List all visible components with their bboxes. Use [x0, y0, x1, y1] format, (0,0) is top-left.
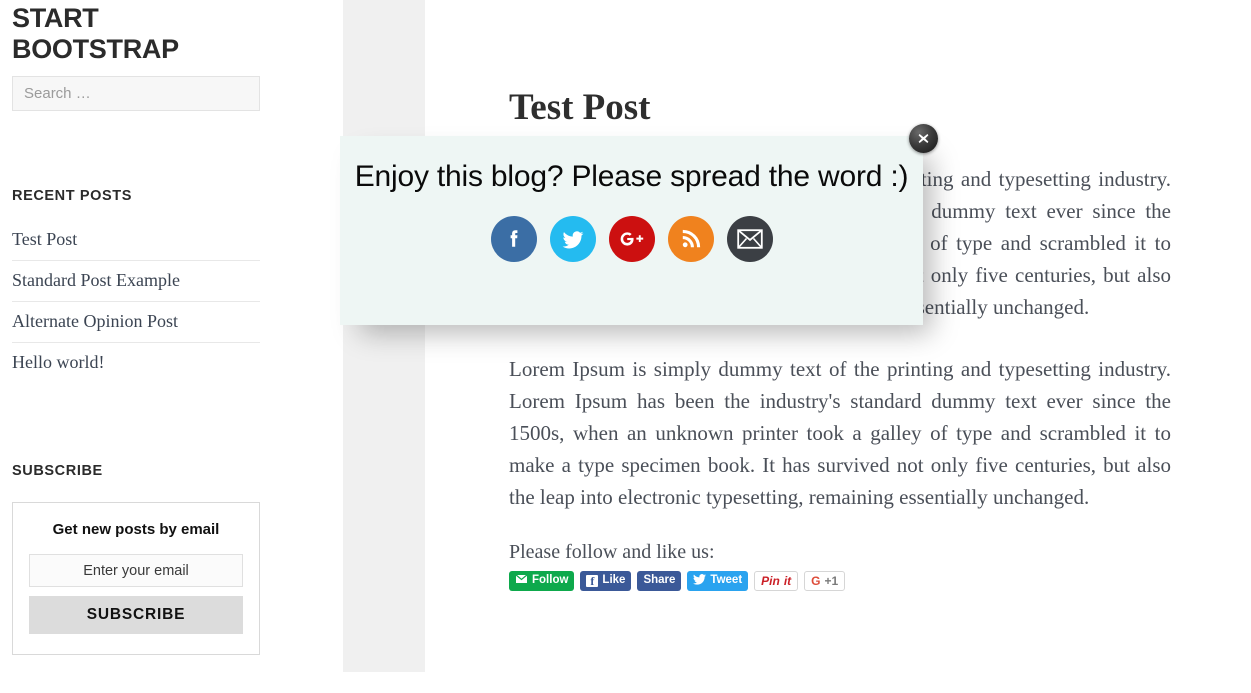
share-buttons-row: Follow f Like Share Tweet Pin it G +1: [509, 571, 1171, 591]
google-plus-icon: G: [811, 574, 821, 588]
subscribe-title: SUBSCRIBE: [12, 463, 103, 479]
share-button-facebook-share[interactable]: Share: [637, 571, 682, 591]
share-button-follow[interactable]: Follow: [509, 571, 575, 591]
envelope-icon: [515, 574, 528, 588]
subscribe-heading: Get new posts by email: [52, 521, 220, 538]
email-icon[interactable]: [726, 216, 773, 262]
share-modal: Enjoy this blog? Please spread the word …: [340, 136, 923, 325]
recent-post-link-hello-world[interactable]: Hello world!: [12, 343, 260, 383]
brand-line-2: BOOTSTRAP: [12, 34, 179, 64]
share-button-pinterest[interactable]: Pin it: [754, 571, 799, 591]
share-button-google-plus-one[interactable]: G +1: [804, 571, 846, 591]
content-gutter: [343, 0, 425, 672]
list-item: Hello world!: [12, 343, 260, 383]
list-item: Standard Post Example: [12, 261, 260, 302]
share-modal-icons: [340, 216, 923, 262]
facebook-icon[interactable]: [490, 216, 537, 262]
google-plus-icon[interactable]: [608, 216, 655, 262]
twitter-icon: [693, 573, 707, 589]
follow-prompt-label: Please follow and like us:: [509, 541, 715, 563]
page-title: Test Post: [509, 87, 651, 128]
search-input[interactable]: [12, 76, 260, 111]
subscribe-email-input[interactable]: [29, 554, 243, 587]
share-button-follow-label: Follow: [532, 574, 569, 587]
list-item: Test Post: [12, 220, 260, 261]
share-button-twitter-tweet[interactable]: Tweet: [687, 571, 749, 591]
recent-posts-title: RECENT POSTS: [12, 188, 132, 204]
sidebar: START BOOTSTRAP RECENT POSTS Test Post S…: [0, 0, 343, 693]
subscribe-button[interactable]: SUBSCRIBE: [29, 596, 243, 634]
subscribe-widget: SUBSCRIBE Get new posts by email SUBSCRI…: [12, 463, 260, 655]
recent-posts-list: Test Post Standard Post Example Alternat…: [12, 220, 260, 383]
recent-post-link-test-post[interactable]: Test Post: [12, 220, 260, 260]
pinterest-icon: Pin: [761, 574, 780, 588]
share-modal-heading: Enjoy this blog? Please spread the word …: [354, 160, 909, 193]
subscribe-box: Get new posts by email SUBSCRIBE: [12, 502, 260, 655]
share-button-like-label: Like: [602, 574, 626, 587]
share-button-share-label: Share: [643, 574, 676, 587]
facebook-icon: f: [586, 575, 599, 587]
share-button-pinit-label: it: [783, 574, 792, 588]
rss-icon[interactable]: [667, 216, 714, 262]
share-button-tweet-label: Tweet: [710, 574, 743, 587]
share-button-facebook-like[interactable]: f Like: [580, 571, 632, 591]
close-icon[interactable]: [909, 124, 938, 153]
page-root: START BOOTSTRAP RECENT POSTS Test Post S…: [0, 0, 1251, 693]
site-brand[interactable]: START BOOTSTRAP: [12, 0, 331, 65]
recent-post-link-alternate-opinion-post[interactable]: Alternate Opinion Post: [12, 302, 260, 342]
recent-posts-widget: RECENT POSTS Test Post Standard Post Exa…: [12, 188, 260, 383]
share-button-plusone-label: +1: [824, 574, 839, 588]
post-paragraph-2: Lorem Ipsum is simply dummy text of the …: [509, 357, 1171, 509]
twitter-icon[interactable]: [549, 216, 596, 262]
brand-line-1: START: [12, 3, 99, 33]
list-item: Alternate Opinion Post: [12, 302, 260, 343]
search-widget: [12, 76, 331, 111]
post-content: Test Post Lorem Ipsum is simply dummy te…: [425, 0, 1251, 693]
recent-post-link-standard-post-example[interactable]: Standard Post Example: [12, 261, 260, 301]
